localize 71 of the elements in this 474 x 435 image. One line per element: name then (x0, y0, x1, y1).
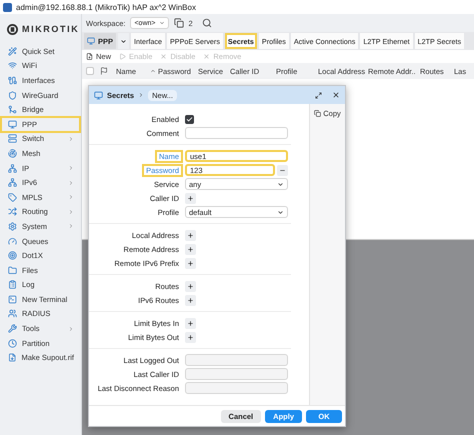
wrench-icon (8, 324, 17, 334)
wand-icon (8, 46, 17, 56)
plus-icon (187, 296, 194, 304)
chevron-down-icon (120, 38, 128, 44)
add-button[interactable] (185, 280, 196, 292)
users-icon (8, 309, 17, 318)
search-icon[interactable] (202, 18, 212, 28)
windows-icon[interactable] (174, 18, 184, 28)
copy-icon (314, 110, 322, 117)
maximize-icon[interactable] (315, 92, 322, 98)
play-icon (119, 53, 126, 60)
close-icon (160, 53, 168, 60)
text-field[interactable] (185, 127, 288, 139)
add-button[interactable] (185, 318, 196, 328)
logo-icon (7, 24, 18, 34)
network-icon (8, 164, 17, 173)
flag-icon (100, 67, 108, 75)
shield-icon (8, 90, 17, 100)
app-icon (3, 2, 12, 12)
server-icon (8, 134, 17, 144)
add-button[interactable] (185, 294, 196, 306)
chevron-right-icon (68, 223, 74, 230)
shuffle-icon (8, 207, 17, 216)
add-button[interactable] (185, 230, 196, 240)
monitor-icon (87, 37, 95, 45)
add-button[interactable] (185, 332, 196, 342)
file-download-icon (8, 353, 16, 362)
cable-icon (8, 76, 17, 85)
chevron-right-icon (68, 136, 74, 142)
chevron-right-icon (68, 326, 74, 332)
merge-icon (8, 105, 17, 114)
radar-icon (8, 148, 17, 158)
settings-icon (8, 222, 17, 231)
monitor-icon (8, 120, 17, 129)
chevron-down-icon (277, 208, 284, 216)
plus-icon (187, 282, 194, 290)
chevron-right-icon (68, 194, 74, 200)
gauge-icon (8, 236, 17, 246)
chevron-right-icon (68, 180, 74, 186)
plus-icon (187, 246, 194, 252)
add-button[interactable] (185, 258, 196, 268)
monitor-icon (94, 90, 103, 100)
plus-icon (187, 334, 194, 340)
enabled-checkbox[interactable] (185, 114, 194, 124)
window-title: admin@192.168.88.1 (MikroTik) hAP ax^2 WinBox (16, 2, 196, 12)
network-icon (8, 178, 17, 188)
chevron-right-icon (68, 165, 74, 172)
chevron-right-icon (68, 208, 74, 215)
plus-icon (187, 320, 194, 326)
add-button[interactable] (185, 192, 196, 204)
chevron-down-icon (158, 20, 164, 26)
chevron-down-icon (277, 180, 284, 188)
target-icon (8, 251, 17, 260)
chevron-right-icon (138, 92, 144, 98)
clipboard-icon (8, 280, 17, 290)
sort-icon (150, 68, 156, 74)
plus-icon (187, 260, 194, 266)
clock-icon (8, 338, 17, 348)
folder-icon (8, 266, 17, 275)
tag-icon (8, 192, 17, 202)
remove-button[interactable] (277, 164, 288, 176)
logo-text: MIKROTIK (22, 24, 80, 34)
plus-icon (187, 194, 194, 202)
terminal-icon (8, 294, 17, 304)
close-icon (203, 53, 210, 60)
plus-icon (187, 232, 194, 238)
new-icon (86, 53, 93, 60)
add-button[interactable] (185, 244, 196, 254)
select-all-checkbox[interactable] (86, 67, 94, 75)
close-icon[interactable] (332, 91, 340, 99)
wifi-icon (8, 61, 17, 70)
